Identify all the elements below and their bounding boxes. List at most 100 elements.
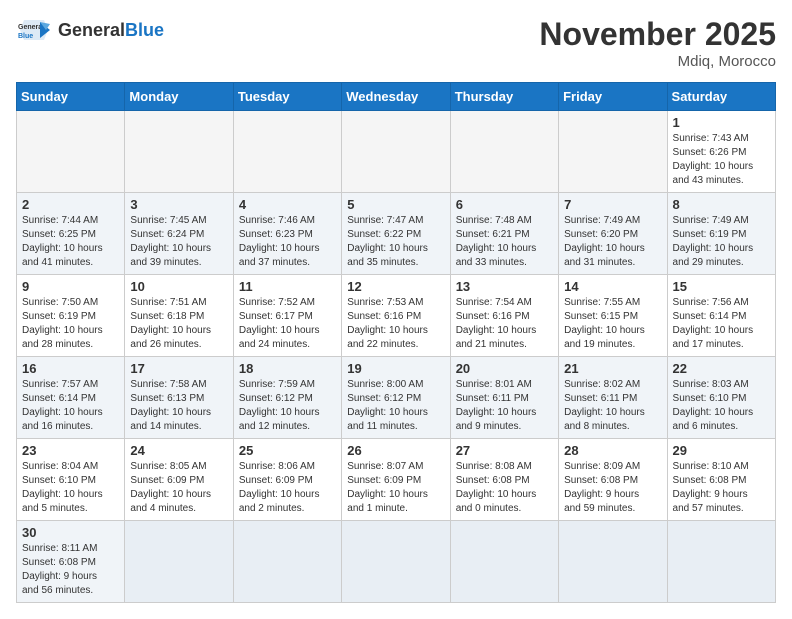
calendar-cell: 28 Sunrise: 8:09 AM Sunset: 6:08 PM Dayli… (559, 439, 667, 521)
day-number: 30 (22, 525, 119, 540)
calendar-cell: 6 Sunrise: 7:48 AM Sunset: 6:21 PM Daylig… (450, 193, 558, 275)
calendar-cell: 2 Sunrise: 7:44 AM Sunset: 6:25 PM Daylig… (17, 193, 125, 275)
day-info: Sunrise: 7:57 AM Sunset: 6:14 PM Dayligh… (22, 378, 119, 434)
day-info: Sunrise: 8:01 AM Sunset: 6:11 PM Dayligh… (456, 378, 553, 434)
svg-text:Blue: Blue (18, 33, 33, 40)
day-number: 16 (22, 361, 119, 376)
calendar-cell: 23Sunrise: 8:04 AM Sunset: 6:10 PM Dayli… (17, 439, 125, 521)
calendar-cell: 4 Sunrise: 7:46 AM Sunset: 6:23 PM Daylig… (233, 193, 341, 275)
day-number: 3 (130, 197, 227, 212)
location-subtitle: Mdiq, Morocco (539, 53, 776, 70)
calendar-cell: 5 Sunrise: 7:47 AM Sunset: 6:22 PM Daylig… (342, 193, 450, 275)
day-info: Sunrise: 7:44 AM Sunset: 6:25 PM Dayligh… (22, 214, 119, 270)
day-number: 17 (130, 361, 227, 376)
calendar-week-row: 30 Sunrise: 8:11 AM Sunset: 6:08 PM Dayli… (17, 521, 776, 603)
day-number: 4 (239, 197, 336, 212)
weekday-header-saturday: Saturday (667, 83, 775, 111)
calendar-cell (125, 111, 233, 193)
logo: General Blue GeneralBlue (16, 16, 164, 44)
day-info: Sunrise: 7:53 AM Sunset: 6:16 PM Dayligh… (347, 296, 444, 352)
weekday-header-wednesday: Wednesday (342, 83, 450, 111)
weekday-header-monday: Monday (125, 83, 233, 111)
calendar-cell: 9Sunrise: 7:50 AM Sunset: 6:19 PM Daylig… (17, 275, 125, 357)
day-info: Sunrise: 8:03 AM Sunset: 6:10 PM Dayligh… (673, 378, 770, 434)
day-number: 5 (347, 197, 444, 212)
weekday-header-friday: Friday (559, 83, 667, 111)
day-info: Sunrise: 7:59 AM Sunset: 6:12 PM Dayligh… (239, 378, 336, 434)
calendar-cell: 30 Sunrise: 8:11 AM Sunset: 6:08 PM Dayli… (17, 521, 125, 603)
weekday-header-thursday: Thursday (450, 83, 558, 111)
calendar-week-row: 9Sunrise: 7:50 AM Sunset: 6:19 PM Daylig… (17, 275, 776, 357)
calendar-cell: 11Sunrise: 7:52 AM Sunset: 6:17 PM Dayli… (233, 275, 341, 357)
day-number: 19 (347, 361, 444, 376)
day-info: Sunrise: 7:47 AM Sunset: 6:22 PM Dayligh… (347, 214, 444, 270)
calendar-cell (450, 521, 558, 603)
page-header: General Blue GeneralBlue November 2025 M… (16, 16, 776, 70)
calendar-cell (342, 521, 450, 603)
calendar-cell: 12 Sunrise: 7:53 AM Sunset: 6:16 PM Dayli… (342, 275, 450, 357)
calendar-cell (667, 521, 775, 603)
day-info: Sunrise: 7:58 AM Sunset: 6:13 PM Dayligh… (130, 378, 227, 434)
calendar-cell (233, 111, 341, 193)
day-info: Sunrise: 8:00 AM Sunset: 6:12 PM Dayligh… (347, 378, 444, 434)
day-info: Sunrise: 7:46 AM Sunset: 6:23 PM Dayligh… (239, 214, 336, 270)
day-info: Sunrise: 7:49 AM Sunset: 6:19 PM Dayligh… (673, 214, 770, 270)
day-info: Sunrise: 7:50 AM Sunset: 6:19 PM Dayligh… (22, 296, 119, 352)
calendar-cell: 27 Sunrise: 8:08 AM Sunset: 6:08 PM Dayli… (450, 439, 558, 521)
day-number: 23 (22, 443, 119, 458)
day-number: 2 (22, 197, 119, 212)
weekday-header-tuesday: Tuesday (233, 83, 341, 111)
calendar-cell: 25 Sunrise: 8:06 AM Sunset: 6:09 PM Dayli… (233, 439, 341, 521)
day-info: Sunrise: 8:08 AM Sunset: 6:08 PM Dayligh… (456, 460, 553, 516)
day-number: 14 (564, 279, 661, 294)
day-info: Sunrise: 7:45 AM Sunset: 6:24 PM Dayligh… (130, 214, 227, 270)
day-number: 10 (130, 279, 227, 294)
day-info: Sunrise: 8:07 AM Sunset: 6:09 PM Dayligh… (347, 460, 444, 516)
month-title: November 2025 (539, 16, 776, 53)
calendar-cell: 8Sunrise: 7:49 AM Sunset: 6:19 PM Daylig… (667, 193, 775, 275)
day-info: Sunrise: 8:06 AM Sunset: 6:09 PM Dayligh… (239, 460, 336, 516)
day-number: 22 (673, 361, 770, 376)
calendar-cell: 7Sunrise: 7:49 AM Sunset: 6:20 PM Daylig… (559, 193, 667, 275)
day-info: Sunrise: 7:48 AM Sunset: 6:21 PM Dayligh… (456, 214, 553, 270)
title-block: November 2025 Mdiq, Morocco (539, 16, 776, 70)
calendar-cell (233, 521, 341, 603)
calendar-week-row: 23Sunrise: 8:04 AM Sunset: 6:10 PM Dayli… (17, 439, 776, 521)
calendar-cell: 15Sunrise: 7:56 AM Sunset: 6:14 PM Dayli… (667, 275, 775, 357)
day-number: 18 (239, 361, 336, 376)
day-info: Sunrise: 7:55 AM Sunset: 6:15 PM Dayligh… (564, 296, 661, 352)
calendar-cell (342, 111, 450, 193)
logo-icon: General Blue (16, 16, 52, 44)
day-number: 25 (239, 443, 336, 458)
calendar-cell: 21Sunrise: 8:02 AM Sunset: 6:11 PM Dayli… (559, 357, 667, 439)
day-number: 29 (673, 443, 770, 458)
calendar-cell: 13Sunrise: 7:54 AM Sunset: 6:16 PM Dayli… (450, 275, 558, 357)
day-number: 27 (456, 443, 553, 458)
calendar-cell: 17 Sunrise: 7:58 AM Sunset: 6:13 PM Dayli… (125, 357, 233, 439)
day-number: 11 (239, 279, 336, 294)
day-number: 26 (347, 443, 444, 458)
day-info: Sunrise: 7:56 AM Sunset: 6:14 PM Dayligh… (673, 296, 770, 352)
calendar-cell (450, 111, 558, 193)
day-number: 1 (673, 115, 770, 130)
day-number: 6 (456, 197, 553, 212)
calendar-cell: 18 Sunrise: 7:59 AM Sunset: 6:12 PM Dayli… (233, 357, 341, 439)
day-number: 12 (347, 279, 444, 294)
day-info: Sunrise: 8:10 AM Sunset: 6:08 PM Dayligh… (673, 460, 770, 516)
day-info: Sunrise: 8:09 AM Sunset: 6:08 PM Dayligh… (564, 460, 661, 516)
calendar-week-row: 16 Sunrise: 7:57 AM Sunset: 6:14 PM Dayli… (17, 357, 776, 439)
calendar-week-row: 1Sunrise: 7:43 AM Sunset: 6:26 PM Daylig… (17, 111, 776, 193)
day-number: 21 (564, 361, 661, 376)
calendar-cell: 19 Sunrise: 8:00 AM Sunset: 6:12 PM Dayli… (342, 357, 450, 439)
calendar-week-row: 2 Sunrise: 7:44 AM Sunset: 6:25 PM Daylig… (17, 193, 776, 275)
day-number: 7 (564, 197, 661, 212)
day-number: 28 (564, 443, 661, 458)
calendar-cell: 20 Sunrise: 8:01 AM Sunset: 6:11 PM Dayli… (450, 357, 558, 439)
day-info: Sunrise: 7:54 AM Sunset: 6:16 PM Dayligh… (456, 296, 553, 352)
weekday-header-row: SundayMondayTuesdayWednesdayThursdayFrid… (17, 83, 776, 111)
day-info: Sunrise: 8:11 AM Sunset: 6:08 PM Dayligh… (22, 542, 119, 598)
logo-text: GeneralBlue (58, 20, 164, 41)
calendar-cell: 1Sunrise: 7:43 AM Sunset: 6:26 PM Daylig… (667, 111, 775, 193)
calendar-cell: 26 Sunrise: 8:07 AM Sunset: 6:09 PM Dayli… (342, 439, 450, 521)
day-number: 20 (456, 361, 553, 376)
